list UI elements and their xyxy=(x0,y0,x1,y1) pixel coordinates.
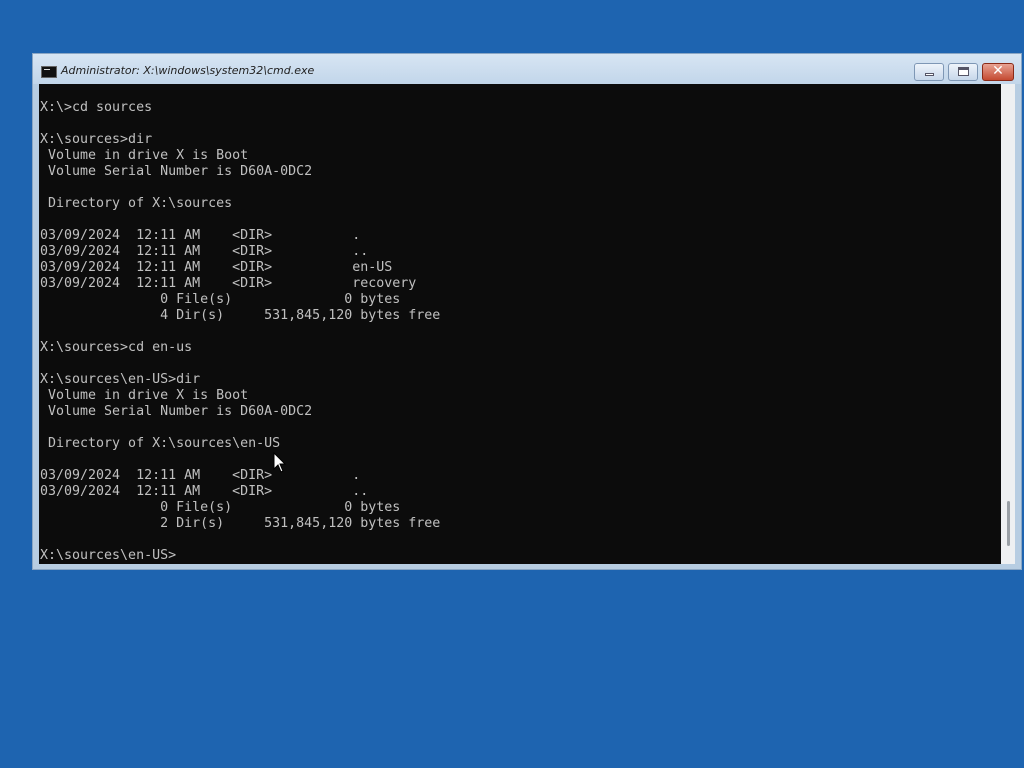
console-line: X:\>cd sources xyxy=(40,100,153,115)
mouse-pointer-icon xyxy=(273,452,287,473)
window-title: Administrator: X:\windows\system32\cmd.e… xyxy=(61,64,315,77)
console-line: Directory of X:\sources\en-US xyxy=(40,436,281,451)
cmd-window: Administrator: X:\windows\system32\cmd.e… xyxy=(32,53,1022,570)
console-line: 03/09/2024 12:11 AM <DIR> .. xyxy=(40,244,369,259)
vertical-scrollbar[interactable] xyxy=(1001,84,1015,564)
console-line: Volume in drive X is Boot xyxy=(40,148,249,163)
console-line: 0 File(s) 0 bytes xyxy=(40,500,401,515)
console-text: X:\>cd sources X:\sources>dir Volume in … xyxy=(40,100,440,564)
console-output[interactable]: X:\>cd sources X:\sources>dir Volume in … xyxy=(39,84,1001,564)
console-line: X:\sources\en-US> xyxy=(40,548,177,563)
maximize-button[interactable] xyxy=(948,63,978,81)
console-line: 4 Dir(s) 531,845,120 bytes free xyxy=(40,308,441,323)
close-button[interactable]: ✕ xyxy=(982,63,1014,81)
title-bar[interactable]: Administrator: X:\windows\system32\cmd.e… xyxy=(33,54,1021,84)
console-line: X:\sources\en-US>dir xyxy=(40,372,201,387)
console-line: 03/09/2024 12:11 AM <DIR> recovery xyxy=(40,276,417,291)
close-icon: ✕ xyxy=(992,63,1004,79)
minimize-icon xyxy=(925,73,934,76)
console-line: Directory of X:\sources xyxy=(40,196,233,211)
console-line: X:\sources>cd en-us xyxy=(40,340,193,355)
console-line: 2 Dir(s) 531,845,120 bytes free xyxy=(40,516,441,531)
console-line: 0 File(s) 0 bytes xyxy=(40,292,401,307)
maximize-icon xyxy=(958,67,969,76)
console-line: X:\sources>dir xyxy=(40,132,153,147)
console-line: Volume in drive X is Boot xyxy=(40,388,249,403)
console-line: 03/09/2024 12:11 AM <DIR> . xyxy=(40,228,361,243)
console-line: 03/09/2024 12:11 AM <DIR> . xyxy=(40,468,361,483)
cmd-console-icon[interactable] xyxy=(41,66,57,78)
console-line: Volume Serial Number is D60A-0DC2 xyxy=(40,164,313,179)
scrollbar-thumb[interactable] xyxy=(1007,501,1010,546)
console-line: Volume Serial Number is D60A-0DC2 xyxy=(40,404,313,419)
console-line: 03/09/2024 12:11 AM <DIR> .. xyxy=(40,484,369,499)
minimize-button[interactable] xyxy=(914,63,944,81)
console-line: 03/09/2024 12:11 AM <DIR> en-US xyxy=(40,260,393,275)
